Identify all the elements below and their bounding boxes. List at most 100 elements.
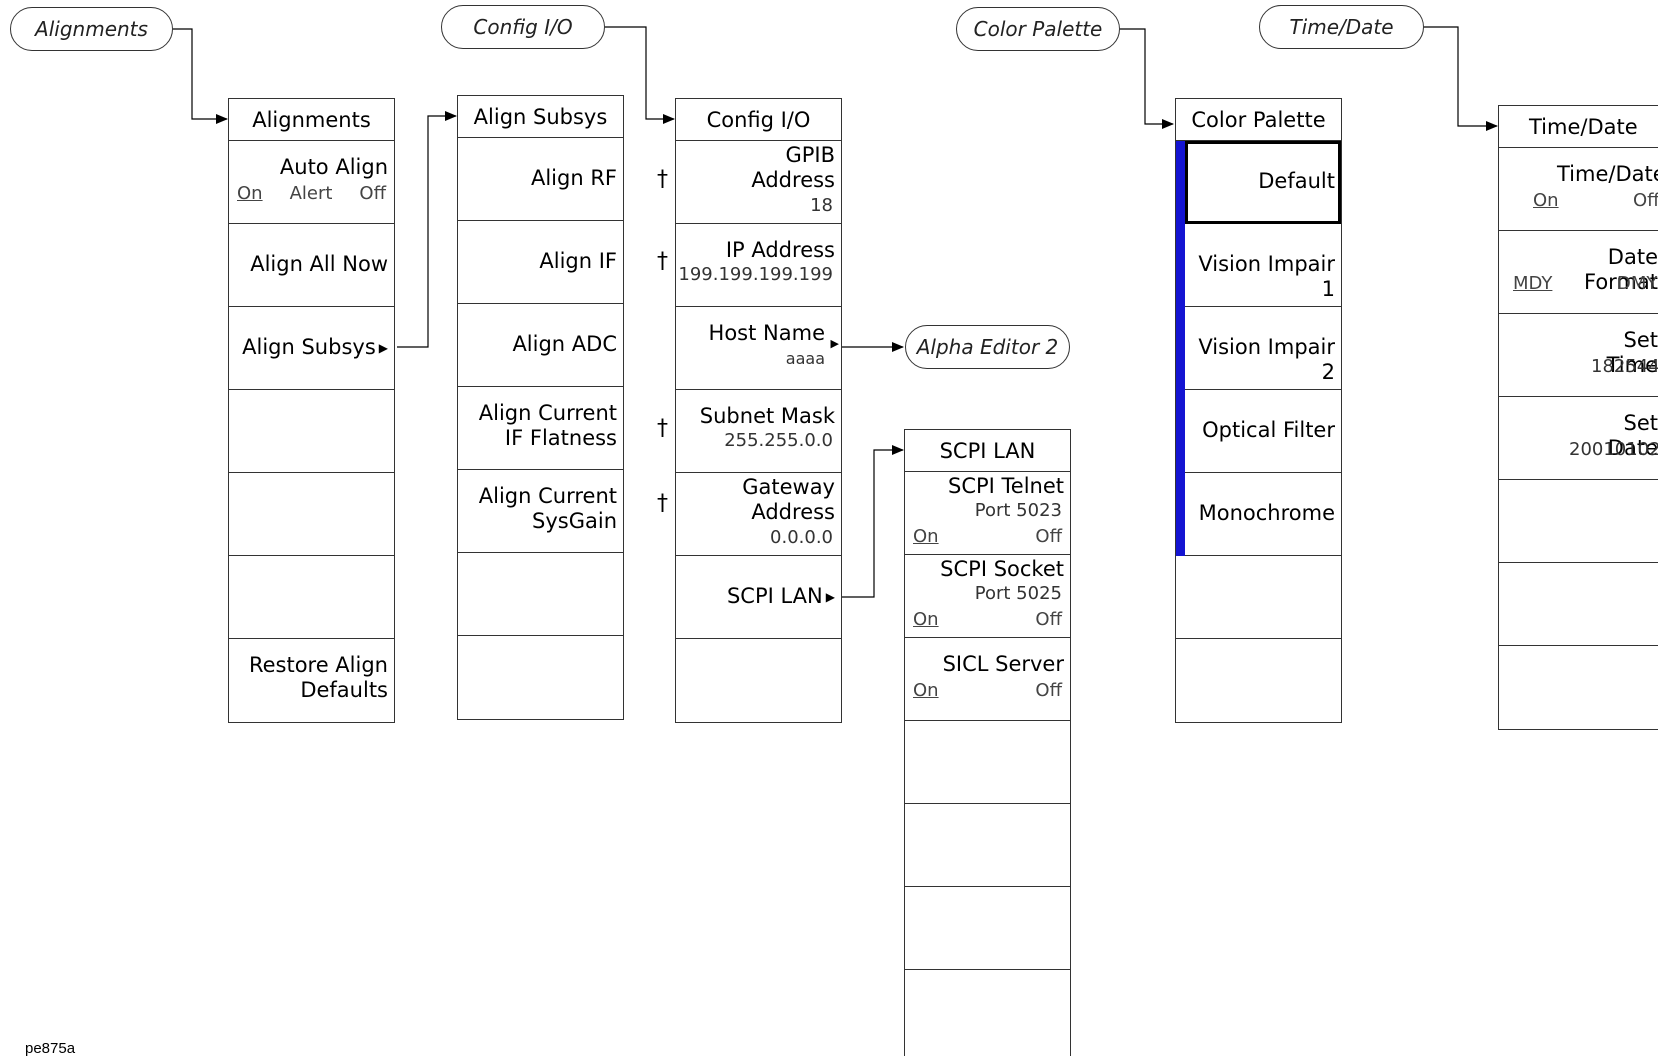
scpi-socket-states: On Off — [913, 609, 1062, 630]
scpi-lan-empty-key-1[interactable] — [905, 721, 1070, 804]
host-name-value: aaaa — [785, 349, 825, 368]
time-date-off: Off — [1633, 190, 1658, 211]
auto-align-key[interactable]: Auto Align On Alert Off — [229, 141, 394, 224]
sicl-server-states: On Off — [913, 680, 1062, 701]
align-rf-key[interactable]: Align RF — [458, 138, 623, 221]
align-adc-label: Align ADC — [512, 332, 617, 356]
monochrome-key[interactable]: Monochrome — [1185, 473, 1341, 556]
dagger-mark-1: † — [657, 167, 668, 192]
config-io-menu-title: Config I/O — [676, 99, 841, 141]
time-date-menu-title: Time/Date — [1499, 106, 1658, 148]
alignments-menu-title: Alignments — [229, 99, 394, 141]
scpi-lan-empty-key-4[interactable] — [905, 970, 1070, 1053]
set-date-value: 20010102 — [1569, 439, 1658, 460]
sicl-server-key[interactable]: SICL Server On Off — [905, 638, 1070, 721]
alignments-menu: Alignments Auto Align On Alert Off Align… — [228, 98, 395, 723]
time-date-pill[interactable]: Time/Date — [1259, 5, 1424, 49]
gpib-address-value: 18 — [810, 195, 833, 216]
restore-align-defaults-key[interactable]: Restore Align Defaults — [229, 639, 394, 722]
align-all-now-label: Align All Now — [250, 252, 388, 276]
align-subsys-label: Align Subsys ▶ — [242, 335, 388, 359]
time-date-on: On — [1533, 190, 1559, 211]
dagger-mark-3: † — [657, 416, 668, 441]
scpi-socket-port: Port 5025 — [974, 583, 1062, 604]
scpi-lan-key[interactable]: SCPI LAN ▶ — [676, 556, 841, 639]
vision-impair-2-label: Vision Impair 2 — [1198, 335, 1335, 384]
subnet-mask-label: Subnet Mask — [699, 404, 835, 428]
align-if-key[interactable]: Align IF — [458, 221, 623, 304]
config-io-pill[interactable]: Config I/O — [441, 5, 605, 49]
sicl-server-off: Off — [1035, 680, 1062, 701]
date-format-dmy: DMY — [1617, 273, 1658, 294]
color-palette-menu: Color Palette Default Vision Impair 1 Vi… — [1175, 98, 1342, 723]
ip-address-value: 199.199.199.199 — [678, 264, 833, 285]
sicl-server-on: On — [913, 680, 939, 701]
align-all-now-key[interactable]: Align All Now — [229, 224, 394, 307]
time-date-key[interactable]: Time/Date On Off — [1499, 148, 1658, 231]
align-if-flatness-key[interactable]: Align Current IF Flatness — [458, 387, 623, 470]
color-palette-menu-title: Color Palette — [1176, 99, 1341, 141]
gpib-address-key[interactable]: GPIB Address 18 — [676, 141, 841, 224]
gateway-address-value: 0.0.0.0 — [770, 527, 833, 548]
scpi-telnet-on: On — [913, 526, 939, 547]
scpi-lan-empty-key-2[interactable] — [905, 804, 1070, 887]
gateway-address-key[interactable]: Gateway Address 0.0.0.0 — [676, 473, 841, 556]
default-palette-key[interactable]: Default — [1185, 141, 1341, 224]
align-subsys-empty-key-2[interactable] — [458, 636, 623, 719]
submenu-arrow-icon: ▶ — [378, 340, 388, 355]
align-sysgain-key[interactable]: Align Current SysGain — [458, 470, 623, 553]
align-if-label: Align IF — [539, 249, 617, 273]
align-rf-label: Align RF — [530, 166, 617, 190]
alignments-empty-key-2[interactable] — [229, 473, 394, 556]
scpi-lan-menu-title: SCPI LAN — [905, 430, 1070, 472]
date-format-mdy: MDY — [1513, 273, 1553, 294]
auto-align-alert: Alert — [289, 183, 333, 204]
color-palette-empty-key-2[interactable] — [1176, 639, 1341, 722]
vision-impair-1-key[interactable]: Vision Impair 1 — [1185, 224, 1341, 307]
time-date-empty-key-1[interactable] — [1499, 480, 1658, 563]
gpib-address-label: GPIB Address — [751, 143, 835, 192]
set-date-key[interactable]: Set Date 20010102 — [1499, 397, 1658, 480]
color-palette-pill[interactable]: Color Palette — [956, 7, 1120, 51]
auto-align-label: Auto Align — [279, 155, 388, 179]
alignments-pill[interactable]: Alignments — [10, 7, 173, 51]
scpi-telnet-label: SCPI Telnet — [947, 474, 1064, 498]
align-subsys-empty-key-1[interactable] — [458, 553, 623, 636]
subnet-mask-key[interactable]: Subnet Mask 255.255.0.0 — [676, 390, 841, 473]
host-name-key[interactable]: Host Name ▶ aaaa — [676, 307, 841, 390]
vision-impair-2-key[interactable]: Vision Impair 2 — [1185, 307, 1341, 390]
scpi-telnet-off: Off — [1035, 526, 1062, 547]
host-name-label: Host Name — [708, 321, 825, 345]
optical-filter-label: Optical Filter — [1202, 418, 1335, 442]
time-date-empty-key-3[interactable] — [1499, 646, 1658, 729]
scpi-telnet-key[interactable]: SCPI Telnet Port 5023 On Off — [905, 472, 1070, 555]
align-if-flatness-label: Align Current IF Flatness — [478, 401, 617, 450]
subnet-mask-value: 255.255.0.0 — [724, 430, 833, 451]
align-subsys-menu-title: Align Subsys — [458, 96, 623, 138]
alignments-empty-key-3[interactable] — [229, 556, 394, 639]
optical-filter-key[interactable]: Optical Filter — [1185, 390, 1341, 473]
scpi-lan-label: SCPI LAN ▶ — [726, 584, 835, 608]
set-time-key[interactable]: Set Time 182544 — [1499, 314, 1658, 397]
sicl-server-label: SICL Server — [942, 652, 1064, 676]
scpi-lan-empty-key-3[interactable] — [905, 887, 1070, 970]
align-subsys-menu: Align Subsys Align RF Align IF Align ADC… — [457, 95, 624, 720]
scpi-lan-menu: SCPI LAN SCPI Telnet Port 5023 On Off SC… — [904, 429, 1071, 1056]
scpi-socket-key[interactable]: SCPI Socket Port 5025 On Off — [905, 555, 1070, 638]
alignments-empty-key-1[interactable] — [229, 390, 394, 473]
vision-impair-1-label: Vision Impair 1 — [1198, 252, 1335, 301]
scpi-socket-label: SCPI Socket — [940, 557, 1064, 581]
auto-align-off: Off — [359, 183, 386, 204]
palette-selection-bar — [1176, 141, 1185, 556]
set-time-value: 182544 — [1591, 356, 1658, 377]
time-date-empty-key-2[interactable] — [1499, 563, 1658, 646]
align-sysgain-label: Align Current SysGain — [478, 484, 617, 533]
align-subsys-key[interactable]: Align Subsys ▶ — [229, 307, 394, 390]
config-io-empty-key[interactable] — [676, 639, 841, 722]
alpha-editor-pill[interactable]: Alpha Editor 2 — [905, 325, 1070, 369]
date-format-key[interactable]: Date Format MDY DMY — [1499, 231, 1658, 314]
align-adc-key[interactable]: Align ADC — [458, 304, 623, 387]
time-date-label: Time/Date — [1557, 162, 1658, 186]
color-palette-empty-key-1[interactable] — [1176, 556, 1341, 639]
ip-address-key[interactable]: IP Address 199.199.199.199 — [676, 224, 841, 307]
